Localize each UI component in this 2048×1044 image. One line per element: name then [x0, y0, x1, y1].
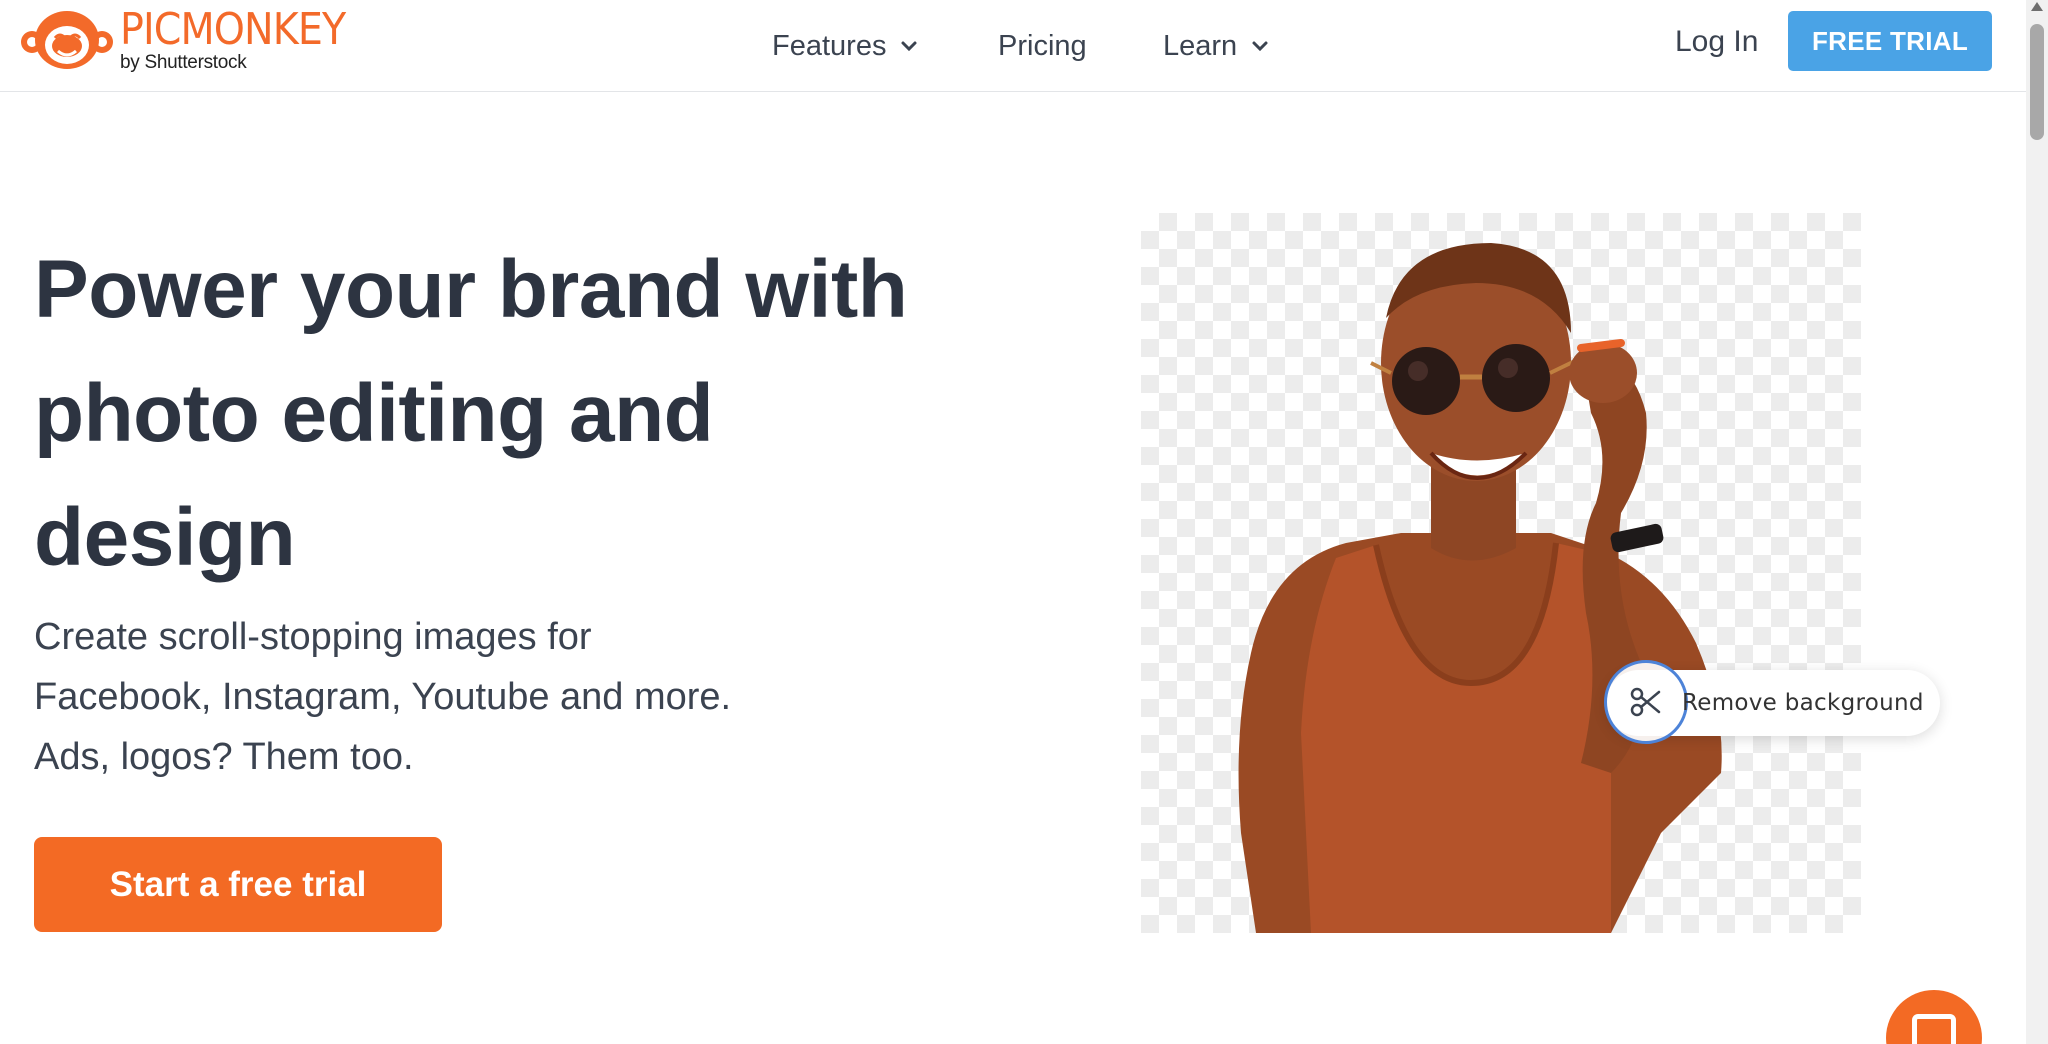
site-header: PICMONKEY by Shutterstock Features Prici… — [0, 0, 2026, 92]
nav-learn[interactable]: Learn — [1163, 0, 1269, 92]
nav-features-label: Features — [772, 29, 887, 62]
start-free-trial-button[interactable]: Start a free trial — [34, 837, 442, 932]
nav-features[interactable]: Features — [772, 0, 918, 92]
remove-background-label: Remove background — [1682, 690, 1924, 716]
woman-cutout-illustration — [1238, 243, 1722, 933]
scissors-button[interactable] — [1604, 660, 1688, 744]
page-scrollbar[interactable] — [2026, 0, 2048, 1044]
chat-button[interactable] — [1886, 990, 1982, 1044]
scrollbar-thumb[interactable] — [2030, 24, 2044, 140]
logo-wordmark: PICMONKEY — [120, 4, 346, 55]
hero-subtext: Create scroll-stopping images for Facebo… — [34, 607, 814, 787]
chat-icon — [1912, 1014, 1956, 1044]
hero-subtext-line: Create scroll-stopping images for — [34, 616, 592, 658]
nav-learn-label: Learn — [1163, 29, 1238, 62]
monkey-logo-icon — [21, 11, 113, 69]
hero-subtext-line: Ads, logos? Them too. — [34, 736, 414, 778]
hero-image — [1141, 213, 1861, 933]
scroll-up-arrow-icon[interactable] — [2031, 2, 2043, 11]
chevron-down-icon — [901, 41, 917, 52]
hero-headline: Power your brand with photo editing and … — [34, 244, 908, 583]
nav-pricing-label: Pricing — [998, 29, 1087, 62]
nav-pricing[interactable]: Pricing — [998, 0, 1087, 92]
hero-subtext-line: Facebook, Instagram, Youtube and more. — [34, 676, 732, 718]
free-trial-button[interactable]: FREE TRIAL — [1788, 11, 1992, 71]
picmonkey-logo[interactable]: PICMONKEY by Shutterstock — [18, 8, 370, 74]
remove-background-badge[interactable]: Remove background — [1604, 660, 1940, 744]
logo-byline: by Shutterstock — [120, 52, 247, 73]
login-link[interactable]: Log In — [1675, 0, 1758, 84]
scissors-icon — [1630, 687, 1661, 717]
chevron-down-icon — [1252, 41, 1268, 52]
